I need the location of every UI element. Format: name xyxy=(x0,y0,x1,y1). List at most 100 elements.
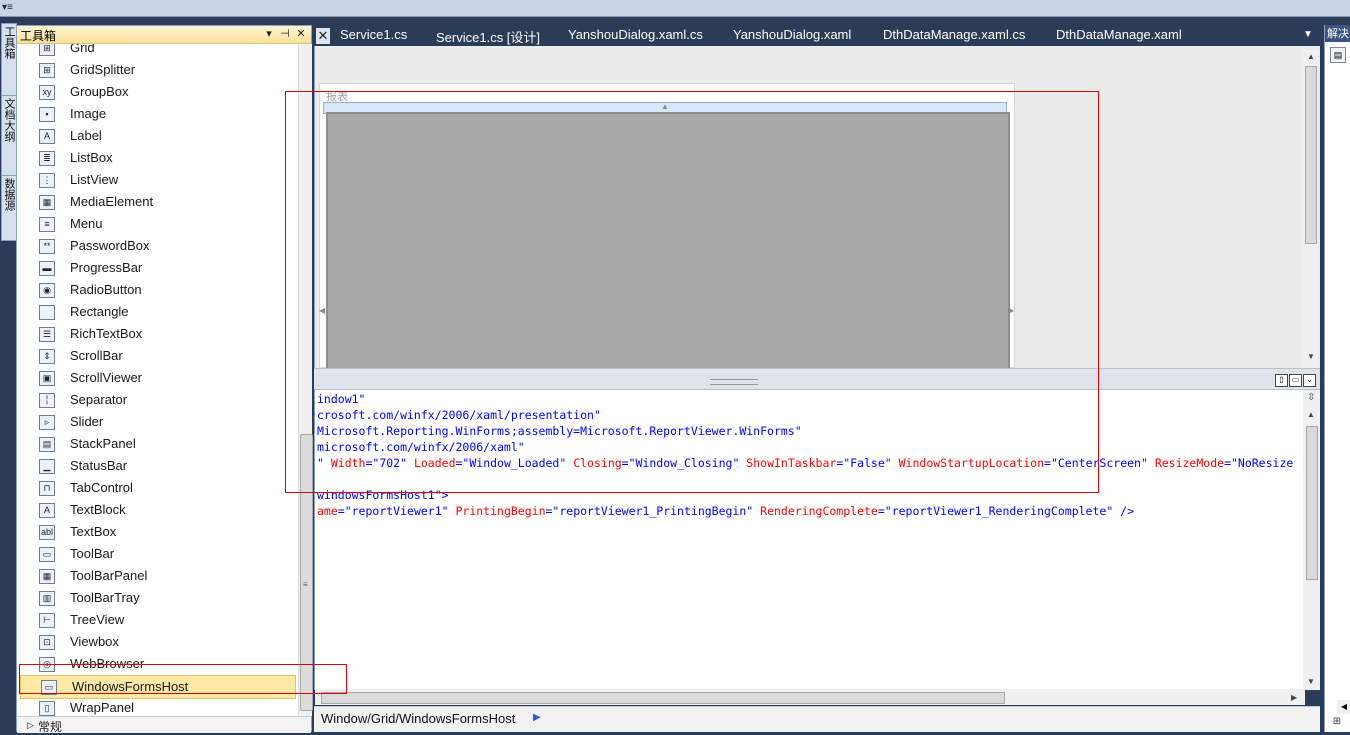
toolbartray-icon: ▥ xyxy=(39,591,55,606)
toolbox-item-slider[interactable]: ▹ Slider xyxy=(19,411,295,433)
toolbox-item-label[interactable]: A Label xyxy=(19,125,295,147)
toolbox-item-listview[interactable]: ⋮ ListView xyxy=(19,169,295,191)
toolbox-item-viewbox[interactable]: ⊡ Viewbox xyxy=(19,631,295,653)
rail-tab-data-sources[interactable]: 数据源 xyxy=(1,175,17,241)
listbox-icon: ≣ xyxy=(39,151,55,166)
toolbox-item-scrollviewer[interactable]: ▣ ScrollViewer xyxy=(19,367,295,389)
scrollbar-icon: ⇕ xyxy=(39,349,55,364)
toolbox-item-toolbarpanel[interactable]: ▦ ToolBarPanel xyxy=(19,565,295,587)
toolbox-item-passwordbox[interactable]: ** PasswordBox xyxy=(19,235,295,257)
toolbox-item-scrollbar[interactable]: ⇕ ScrollBar xyxy=(19,345,295,367)
rail-tab-label: 工具箱 xyxy=(3,26,16,59)
close-tab-icon[interactable]: ✕ xyxy=(316,28,330,44)
code-line[interactable]: ame="reportViewer1" PrintingBegin="repor… xyxy=(317,504,1134,518)
scroll-up-icon[interactable]: ▲ xyxy=(1307,52,1315,61)
toolbox-item-stackpanel[interactable]: ▤ StackPanel xyxy=(19,433,295,455)
toolbox-item-textbox[interactable]: abl TextBox xyxy=(19,521,295,543)
expand-triangle-icon[interactable]: ▷ xyxy=(27,720,34,731)
tab-yanshoudialog-xaml[interactable]: YanshouDialog.xaml xyxy=(733,27,851,46)
toolbox-item-label: StackPanel xyxy=(70,436,136,451)
xaml-attribute-name: ame xyxy=(317,504,338,518)
tab-service1-design[interactable]: Service1.cs [设计] xyxy=(436,27,540,46)
toolbox-item-separator[interactable]: ╎ Separator xyxy=(19,389,295,411)
window-menu-icon[interactable]: ▾≡ xyxy=(2,2,18,14)
xaml-vertical-scrollbar[interactable]: ⇳ ▲ ▼ xyxy=(1303,390,1320,690)
toolbox-item-listbox[interactable]: ≣ ListBox xyxy=(19,147,295,169)
toolbox-item-label: GridSplitter xyxy=(70,62,136,77)
toolbarpanel-icon: ▦ xyxy=(39,569,55,584)
toolbox-item-rectangle[interactable]: Rectangle xyxy=(19,301,295,323)
toolbox-item-toolbar[interactable]: ▭ ToolBar xyxy=(19,543,295,565)
toolbox-item-label: WrapPanel xyxy=(70,700,135,715)
toolbox-item-image[interactable]: ▪ Image xyxy=(19,103,295,125)
viewbox-icon: ⊡ xyxy=(39,635,55,650)
rail-tab-document-outline[interactable]: 文档大纲 xyxy=(1,95,17,177)
scroll-thumb[interactable] xyxy=(321,692,1005,704)
breadcrumb-arrow-icon[interactable]: ▶ xyxy=(533,712,541,723)
collapse-pane-icon[interactable]: ⌄ xyxy=(1303,374,1316,387)
toolbox-item-menu[interactable]: ≡ Menu xyxy=(19,213,295,235)
toolbox-item-richtextbox[interactable]: ☰ RichTextBox xyxy=(19,323,295,345)
toolbox-item-radiobutton[interactable]: ◉ RadioButton xyxy=(19,279,295,301)
toolbox-item-statusbar[interactable]: ▁ StatusBar xyxy=(19,455,295,477)
properties-icon[interactable]: ▤ xyxy=(1330,47,1346,63)
close-icon[interactable]: ✕ xyxy=(295,27,307,41)
toolbar-icon[interactable]: ⊞ xyxy=(1330,715,1344,729)
toolbox-item-treeview[interactable]: ⊢ TreeView xyxy=(19,609,295,631)
tab-dthdatamanage-xaml[interactable]: DthDataManage.xaml xyxy=(1056,27,1182,46)
left-autohide-rail: 工具箱 文档大纲 数据源 xyxy=(0,17,17,732)
toolbox-item-label: Slider xyxy=(70,414,104,429)
toolbox-item-progressbar[interactable]: ▬ ProgressBar xyxy=(19,257,295,279)
vertical-split-icon[interactable]: ▯ xyxy=(1275,374,1288,387)
richtextbox-icon: ☰ xyxy=(39,327,55,342)
toolbox-item-groupbox[interactable]: xy GroupBox xyxy=(19,81,295,103)
toolbox-title: 工具箱 xyxy=(20,29,57,43)
label-icon: A xyxy=(39,129,55,144)
xaml-attribute-name: PrintingBegin xyxy=(455,504,546,518)
toolbox-item-partial[interactable]: ⊞ Grid xyxy=(19,44,295,59)
toolbox-item-label: ToolBarTray xyxy=(70,590,140,605)
toolbox-item-label: ListBox xyxy=(70,150,113,165)
toolbox-item-tabcontrol[interactable]: ⊓ TabControl xyxy=(19,477,295,499)
toolbox-group-footer[interactable]: ▷ 常规 xyxy=(17,716,311,734)
horizontal-split-icon[interactable]: ▭ xyxy=(1289,374,1302,387)
dropdown-icon[interactable]: ▾ xyxy=(263,27,275,41)
toolbox-list: ⊞ Grid ⊞ GridSplitter xy GroupBox ▪ Image A Lab… xyxy=(17,44,297,716)
toolbox-item-label: Rectangle xyxy=(70,304,129,319)
scroll-down-icon[interactable]: ▼ xyxy=(1307,352,1315,361)
xaml-horizontal-scrollbar[interactable]: ▶ xyxy=(315,689,1305,705)
scroll-right-icon[interactable]: ▶ xyxy=(1291,693,1297,702)
xaml-value: ="reportViewer1" xyxy=(337,504,456,518)
toolbox-item-label: StatusBar xyxy=(70,458,128,473)
rail-tab-toolbox[interactable]: 工具箱 xyxy=(1,23,17,97)
tab-yanshoudialog-xaml-cs[interactable]: YanshouDialog.xaml.cs xyxy=(568,27,703,46)
split-handle-icon[interactable]: ⇳ xyxy=(1307,392,1315,403)
solution-explorer-title[interactable]: 解决 xyxy=(1325,25,1350,42)
toolbox-item-label: ListView xyxy=(70,172,119,187)
toolbox-item-textblock[interactable]: A TextBlock xyxy=(19,499,295,521)
toolbox-item-mediaelement[interactable]: ▦ MediaElement xyxy=(19,191,295,213)
image-icon: ▪ xyxy=(39,107,55,122)
design-vertical-scrollbar[interactable]: ▲ ▼ xyxy=(1303,50,1318,368)
scroll-thumb[interactable] xyxy=(1305,66,1317,244)
toolbox-item-gridsplitter[interactable]: ⊞ GridSplitter xyxy=(19,59,295,81)
toolbox-item-label: Label xyxy=(70,128,102,143)
scroll-down-icon[interactable]: ▼ xyxy=(1307,677,1315,686)
menu-icon: ≡ xyxy=(39,217,55,232)
scroll-thumb[interactable] xyxy=(1306,426,1318,580)
pin-icon[interactable]: ⊣ xyxy=(279,27,291,41)
mediaelement-icon: ▦ xyxy=(39,195,55,210)
radiobutton-icon: ◉ xyxy=(39,283,55,298)
breadcrumb-path[interactable]: Window/Grid/WindowsFormsHost xyxy=(321,711,515,726)
scroll-left-icon[interactable]: ◀ xyxy=(1337,700,1350,714)
toolbox-item-toolbartray[interactable]: ▥ ToolBarTray xyxy=(19,587,295,609)
groupbox-icon: xy xyxy=(39,85,55,100)
rail-tab-label: 数据源 xyxy=(3,178,16,211)
toolbox-item-wrappanel[interactable]: ▯ WrapPanel xyxy=(19,697,295,716)
toolbox-item-label: TextBlock xyxy=(70,502,126,517)
tab-dthdatamanage-xaml-cs[interactable]: DthDataManage.xaml.cs xyxy=(883,27,1025,46)
scroll-up-icon[interactable]: ▲ xyxy=(1307,410,1315,419)
toolbox-item-label: Image xyxy=(70,106,107,121)
tab-list-dropdown-icon[interactable]: ▼ xyxy=(1303,28,1315,42)
tab-service1-cs[interactable]: Service1.cs xyxy=(340,27,407,46)
